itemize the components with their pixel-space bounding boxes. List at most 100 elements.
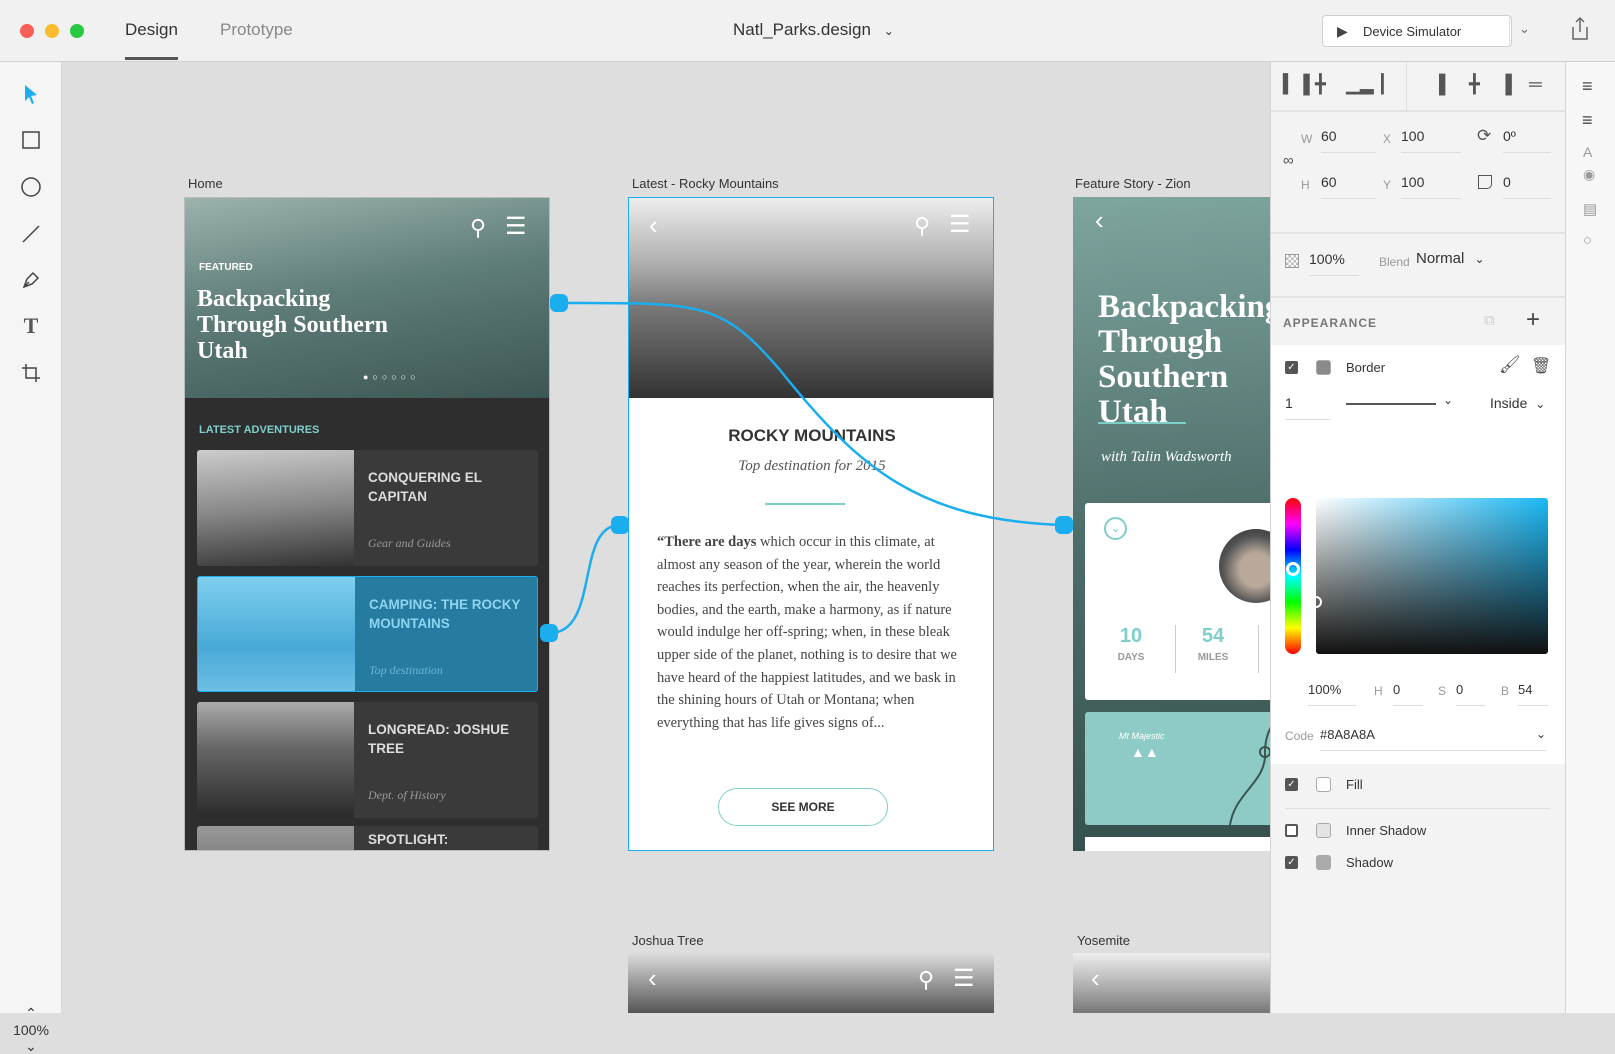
rotation-input[interactable]: 0º (1503, 128, 1551, 153)
stroke-style-preview[interactable] (1346, 403, 1436, 405)
map-card[interactable]: Mt Majestic ▲▲ (1085, 712, 1270, 825)
close-window-button[interactable] (20, 24, 34, 38)
minimize-window-button[interactable] (45, 24, 59, 38)
artboard-label-yosemite[interactable]: Yosemite (1077, 933, 1130, 948)
artboard-label-latest[interactable]: Latest - Rocky Mountains (632, 176, 779, 191)
maximize-window-button[interactable] (70, 24, 84, 38)
width-input[interactable]: 60 (1321, 128, 1376, 153)
card-el-capitan[interactable]: CONQUERING EL CAPITAN Gear and Guides (197, 450, 538, 566)
chevron-down-icon[interactable]: ⌄ (8, 1039, 54, 1053)
tab-design[interactable]: Design (125, 20, 178, 60)
line-tool-icon[interactable] (19, 222, 43, 246)
back-icon[interactable]: ‹ (648, 963, 657, 994)
select-tool-icon[interactable] (19, 82, 43, 106)
search-icon[interactable]: ⚲ (470, 215, 486, 241)
share-icon[interactable] (1568, 15, 1592, 43)
connector-handle[interactable] (1055, 516, 1073, 534)
brightness-input[interactable]: 54 (1518, 682, 1548, 706)
inner-shadow-swatch[interactable] (1316, 823, 1331, 838)
artboard-tool-icon[interactable] (19, 361, 43, 385)
carousel-dots[interactable]: ●○○○○○ (363, 372, 420, 382)
align-bottom-icon[interactable]: ▁▂ (1346, 74, 1374, 95)
back-icon[interactable]: ‹ (1095, 205, 1104, 236)
symbols-icon[interactable]: ▤ (1583, 200, 1597, 218)
connector-handle[interactable] (611, 516, 629, 534)
device-simulator-button[interactable]: ▶ Device Simulator ⌄ (1322, 15, 1530, 47)
border-checkbox[interactable]: ✓ (1285, 361, 1298, 374)
artboard-feature[interactable]: ‹ Backpacking Through Southern Utah with… (1073, 197, 1270, 851)
distribute-icon[interactable]: ┃ (1377, 74, 1388, 95)
article-subtitle: Top destination for 2015 (738, 458, 886, 474)
inner-shadow-checkbox[interactable] (1285, 824, 1298, 837)
artboard-label-joshua[interactable]: Joshua Tree (632, 933, 704, 948)
fill-color-swatch[interactable] (1316, 777, 1331, 792)
connector-handle[interactable] (550, 294, 568, 312)
back-icon[interactable]: ‹ (649, 210, 658, 241)
saturation-input[interactable]: 0 (1456, 682, 1486, 706)
colors-icon[interactable]: ◉ (1583, 166, 1595, 183)
artboard-yosemite[interactable]: ‹ (1073, 953, 1270, 1013)
trash-icon[interactable]: 🗑 (1531, 356, 1551, 376)
artboard-joshua-tree[interactable]: ‹ ⚲ ☰ (628, 953, 994, 1013)
document-title[interactable]: Natl_Parks.design ⌄ (733, 20, 894, 40)
radius-input[interactable]: 0 (1503, 174, 1551, 199)
menu-icon[interactable]: ☰ (505, 212, 527, 241)
menu-icon[interactable]: ☰ (953, 964, 975, 993)
back-icon[interactable]: ‹ (1091, 963, 1100, 994)
card-joshua-tree[interactable]: LONGREAD: JOSHUE TREE Dept. of History (197, 702, 538, 818)
height-input[interactable]: 60 (1321, 174, 1376, 199)
y-input[interactable]: 100 (1401, 174, 1461, 199)
circle-icon[interactable]: ○ (1583, 232, 1592, 249)
search-icon[interactable]: ⚲ (918, 967, 934, 993)
hue-slider[interactable] (1285, 498, 1301, 654)
link-icon[interactable]: ∞ (1283, 152, 1294, 169)
menu-icon[interactable]: ☰ (949, 210, 971, 239)
color-opacity-input[interactable]: 100% (1308, 682, 1356, 706)
text-tool-icon[interactable]: T (19, 313, 43, 338)
zoom-control[interactable]: ⌃ 100% ⌄ (8, 1006, 54, 1053)
align-right-icon[interactable]: ▐ (1499, 74, 1512, 95)
align-top-icon[interactable]: ▍▐ (1283, 74, 1310, 95)
eyedropper-icon[interactable]: 🖌 (1499, 355, 1521, 375)
align-center-icon[interactable]: ╋ (1469, 74, 1480, 95)
hue-input[interactable]: 0 (1393, 682, 1423, 706)
properties-icon[interactable]: ≡ (1582, 76, 1593, 97)
card-spotlight[interactable]: SPOTLIGHT: (197, 826, 538, 850)
artboard-home[interactable]: ⚲ ☰ FEATURED Backpacking Through Souther… (184, 197, 550, 851)
chevron-up-icon[interactable]: ⌃ (8, 1006, 54, 1020)
border-width-input[interactable]: 1 (1285, 395, 1330, 420)
color-field[interactable] (1310, 498, 1548, 654)
color-picker-handle[interactable] (1310, 596, 1322, 608)
chevron-down-icon[interactable]: ⌄ (1443, 393, 1453, 407)
chevron-down-icon[interactable]: ⌄ (1519, 21, 1530, 37)
border-color-swatch[interactable] (1316, 360, 1331, 375)
rectangle-tool-icon[interactable] (19, 128, 43, 152)
chevron-down-icon[interactable]: ⌄ (1536, 727, 1546, 741)
distribute-horizontal-icon[interactable]: ═ (1529, 74, 1542, 95)
border-position-dropdown[interactable]: Inside ⌄ (1490, 395, 1545, 411)
shadow-checkbox[interactable]: ✓ (1285, 856, 1298, 869)
see-more-button[interactable]: SEE MORE (718, 788, 888, 826)
layers-adjust-icon[interactable]: ≡ (1582, 110, 1593, 131)
x-input[interactable]: 100 (1401, 128, 1461, 153)
align-left-icon[interactable]: ▌ (1439, 74, 1452, 95)
shadow-swatch[interactable] (1316, 855, 1331, 870)
tab-prototype[interactable]: Prototype (220, 20, 293, 40)
blend-dropdown[interactable]: Normal ⌄ (1416, 250, 1485, 267)
copy-style-icon[interactable]: ⧉ (1484, 312, 1495, 329)
align-middle-icon[interactable]: ╋ (1315, 74, 1326, 95)
pen-tool-icon[interactable] (19, 268, 43, 292)
fill-checkbox[interactable]: ✓ (1285, 778, 1298, 791)
hex-code-input[interactable]: #8A8A8A ⌄ (1320, 727, 1546, 751)
opacity-input[interactable]: 100% (1309, 251, 1359, 276)
artboard-label-feature[interactable]: Feature Story - Zion (1075, 176, 1191, 191)
search-icon[interactable]: ⚲ (914, 213, 930, 239)
artboard-latest[interactable]: ‹ ⚲ ☰ ROCKY MOUNTAINS Top destination fo… (628, 197, 994, 851)
card-rocky-mountains[interactable]: CAMPING: THE ROCKY MOUNTAINS Top destinat… (197, 576, 538, 692)
artboard-label-home[interactable]: Home (188, 176, 223, 191)
ellipse-tool-icon[interactable] (19, 175, 43, 199)
hue-slider-handle[interactable] (1286, 561, 1300, 576)
character-styles-icon[interactable]: A (1583, 144, 1592, 160)
chevron-down-circle-icon[interactable]: ⌄ (1104, 517, 1127, 540)
add-icon[interactable]: + (1526, 306, 1540, 334)
